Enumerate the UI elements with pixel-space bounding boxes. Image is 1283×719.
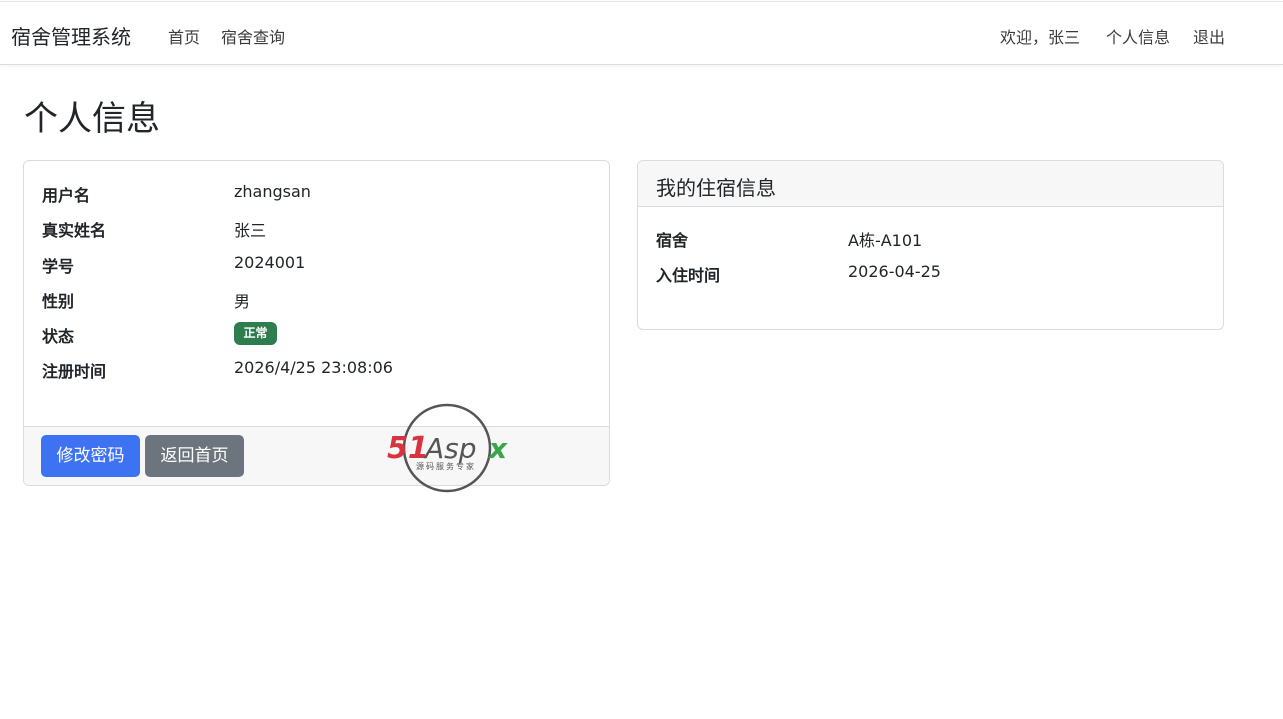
logo-tagline: 源码服务专家 <box>416 461 476 471</box>
nav-link-profile[interactable]: 个人信息 <box>1106 24 1170 48</box>
logo-mark-asp: Asp <box>423 432 477 465</box>
change-password-button[interactable]: 修改密码 <box>41 435 140 477</box>
dorm-card-title: 我的住宿信息 <box>656 176 776 200</box>
profile-card: 用户名 zhangsan 真实姓名 张三 学号 2024001 性别 男 状态 … <box>23 160 610 486</box>
label-student-id: 学号 <box>42 257 75 276</box>
label-gender: 性别 <box>42 292 75 311</box>
nav-link-home[interactable]: 首页 <box>168 24 200 48</box>
label-register-time: 注册时间 <box>42 362 107 381</box>
value-register-time: 2026/4/25 23:08:06 <box>234 358 393 377</box>
label-status: 状态 <box>42 327 75 346</box>
value-real-name: 张三 <box>234 221 267 240</box>
dorm-info-card: 我的住宿信息 宿舍 A栋-A101 入住时间 2026-04-25 <box>637 160 1224 330</box>
page-title: 个人信息 <box>24 99 160 139</box>
status-badge: 正常 <box>234 322 277 345</box>
value-gender: 男 <box>234 292 251 311</box>
nav-link-dorm-query[interactable]: 宿舍查询 <box>221 24 285 48</box>
value-username: zhangsan <box>234 182 311 201</box>
value-student-id: 2024001 <box>234 253 306 272</box>
dorm-card-header: 我的住宿信息 <box>638 161 1223 207</box>
top-navbar: 宿舍管理系统 首页 宿舍查询 欢迎，张三 个人信息 退出 <box>0 1 1283 65</box>
watermark-logo: 51 Asp x 源码服务专家 <box>387 403 508 493</box>
profile-card-footer: 修改密码 返回首页 <box>24 426 609 485</box>
label-username: 用户名 <box>42 186 91 205</box>
logo-mark-51: 51 <box>387 431 429 466</box>
navbar-brand[interactable]: 宿舍管理系统 <box>11 21 131 50</box>
value-dorm: A栋-A101 <box>848 231 923 250</box>
welcome-text: 欢迎，张三 <box>1000 28 1081 47</box>
nav-link-logout[interactable]: 退出 <box>1193 24 1225 48</box>
label-checkin-time: 入住时间 <box>656 266 721 285</box>
label-real-name: 真实姓名 <box>42 221 107 240</box>
value-checkin-time: 2026-04-25 <box>848 262 941 281</box>
label-dorm: 宿舍 <box>656 231 689 250</box>
back-home-button[interactable]: 返回首页 <box>145 435 244 477</box>
logo-mark-x: x <box>487 432 508 465</box>
